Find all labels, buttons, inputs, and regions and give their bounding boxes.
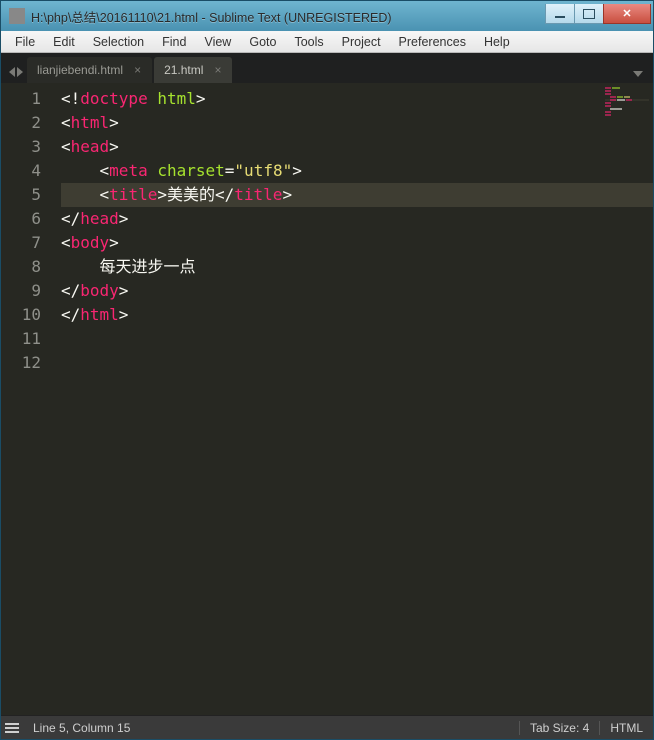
tab-nav — [7, 67, 27, 83]
close-icon[interactable]: × — [133, 63, 142, 77]
menu-help[interactable]: Help — [476, 33, 518, 51]
menu-preferences[interactable]: Preferences — [391, 33, 474, 51]
status-syntax[interactable]: HTML — [599, 721, 653, 735]
chevron-down-icon — [633, 71, 643, 77]
tab-21-html[interactable]: 21.html × — [154, 57, 232, 83]
code-line[interactable]: </html> — [61, 303, 653, 327]
line-number: 12 — [1, 351, 41, 375]
code-line[interactable] — [61, 327, 653, 351]
tab-label: lianjiebendi.html — [37, 63, 123, 77]
minimize-button[interactable] — [545, 4, 575, 24]
tab-label: 21.html — [164, 63, 203, 77]
line-number: 4 — [1, 159, 41, 183]
window-controls — [546, 4, 651, 24]
line-number: 5 — [1, 183, 41, 207]
code-line[interactable]: <head> — [61, 135, 653, 159]
status-cursor[interactable]: Line 5, Column 15 — [23, 721, 140, 735]
menu-project[interactable]: Project — [334, 33, 389, 51]
menu-view[interactable]: View — [196, 33, 239, 51]
code-line[interactable]: </head> — [61, 207, 653, 231]
tab-next-icon[interactable] — [17, 67, 23, 77]
line-number: 8 — [1, 255, 41, 279]
minimap[interactable] — [605, 87, 649, 117]
menu-file[interactable]: File — [7, 33, 43, 51]
app-icon — [9, 8, 25, 24]
gutter: 123456789101112 — [1, 83, 53, 715]
statusbar: Line 5, Column 15 Tab Size: 4 HTML — [1, 715, 653, 739]
line-number: 1 — [1, 87, 41, 111]
code-line[interactable]: 每天进步一点 — [61, 255, 653, 279]
code-line[interactable]: <!doctype html> — [61, 87, 653, 111]
line-number: 6 — [1, 207, 41, 231]
menu-icon[interactable] — [1, 721, 23, 735]
status-tabsize[interactable]: Tab Size: 4 — [519, 721, 599, 735]
code-line[interactable]: <html> — [61, 111, 653, 135]
menu-find[interactable]: Find — [154, 33, 194, 51]
menu-edit[interactable]: Edit — [45, 33, 83, 51]
close-icon[interactable]: × — [213, 63, 222, 77]
line-number: 11 — [1, 327, 41, 351]
tabbar: lianjiebendi.html × 21.html × — [1, 53, 653, 83]
menu-selection[interactable]: Selection — [85, 33, 152, 51]
maximize-button[interactable] — [574, 4, 604, 24]
menu-goto[interactable]: Goto — [241, 33, 284, 51]
close-button[interactable] — [603, 4, 651, 24]
menubar: File Edit Selection Find View Goto Tools… — [1, 31, 653, 53]
code-line[interactable]: <title>美美的</title> — [61, 183, 653, 207]
tab-lianjiebendi[interactable]: lianjiebendi.html × — [27, 57, 152, 83]
menu-tools[interactable]: Tools — [286, 33, 331, 51]
line-number: 2 — [1, 111, 41, 135]
line-number: 3 — [1, 135, 41, 159]
line-number: 9 — [1, 279, 41, 303]
tab-prev-icon[interactable] — [9, 67, 15, 77]
code-line[interactable]: <body> — [61, 231, 653, 255]
code-line[interactable]: </body> — [61, 279, 653, 303]
line-number: 10 — [1, 303, 41, 327]
code-line[interactable] — [61, 351, 653, 375]
window-title: H:\php\总结\20161110\21.html - Sublime Tex… — [31, 7, 546, 26]
tab-overflow[interactable] — [623, 65, 653, 83]
app-window: H:\php\总结\20161110\21.html - Sublime Tex… — [0, 0, 654, 740]
code-line[interactable]: <meta charset="utf8"> — [61, 159, 653, 183]
editor[interactable]: 123456789101112 <!doctype html><html><he… — [1, 83, 653, 715]
titlebar[interactable]: H:\php\总结\20161110\21.html - Sublime Tex… — [1, 1, 653, 31]
code-area[interactable]: <!doctype html><html><head> <meta charse… — [53, 83, 653, 715]
line-number: 7 — [1, 231, 41, 255]
